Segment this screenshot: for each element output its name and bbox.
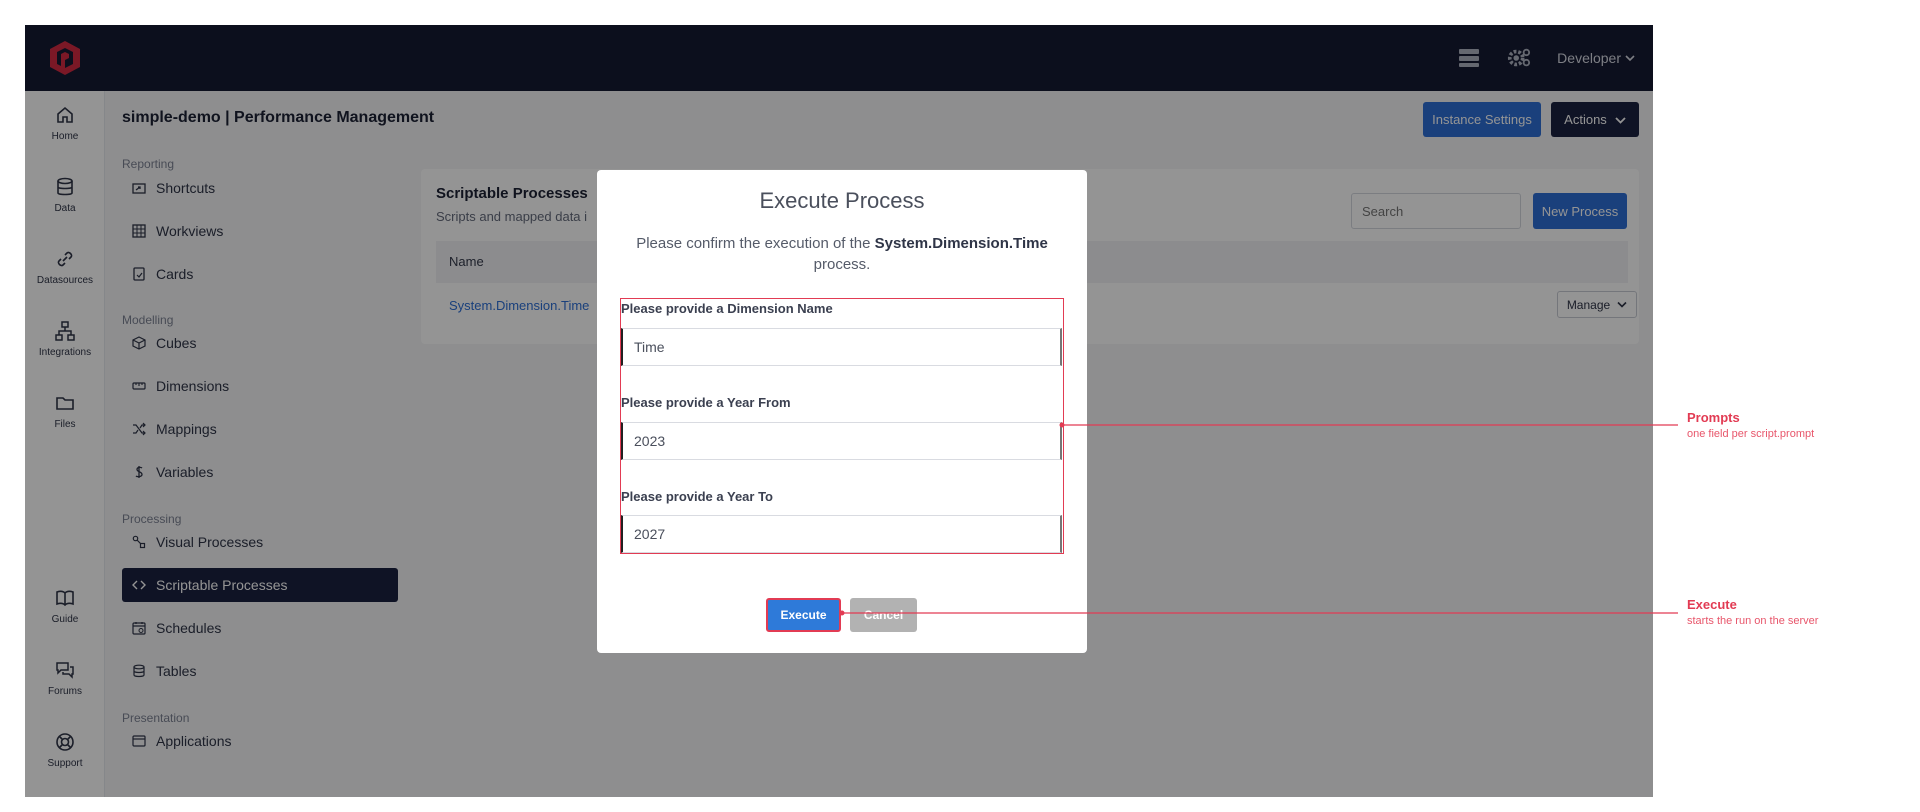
modal-process-name: System.Dimension.Time [874, 235, 1048, 252]
prompt-label-year-to: Please provide a Year To [621, 489, 773, 504]
annotation-execute-title: Execute [1687, 597, 1737, 612]
modal-confirm-text: Please confirm the execution of the Syst… [627, 233, 1057, 275]
prompts-group: Please provide a Dimension Name Please p… [620, 298, 1064, 554]
annotation-prompts-title: Prompts [1687, 410, 1740, 425]
dimension-name-input[interactable] [621, 328, 1062, 366]
modal-title: Execute Process [759, 188, 925, 213]
modal-text-after: process. [813, 256, 871, 273]
prompt-label-year-from: Please provide a Year From [621, 395, 791, 410]
year-from-input[interactable] [621, 422, 1062, 460]
cancel-button[interactable]: Cancel [850, 598, 917, 632]
execute-button[interactable]: Execute [766, 598, 841, 632]
prompt-label-dimension-name: Please provide a Dimension Name [621, 301, 833, 316]
annotation-execute-subtitle: starts the run on the server [1687, 615, 1819, 627]
execute-process-modal: Execute Process Please confirm the execu… [597, 170, 1087, 653]
annotation-prompts-subtitle: one field per script.prompt [1687, 428, 1815, 440]
year-to-input[interactable] [621, 515, 1062, 553]
app-window: Developer Home Data Datasources Integrat… [25, 25, 1653, 797]
modal-text-before: Please confirm the execution of the [636, 235, 875, 252]
